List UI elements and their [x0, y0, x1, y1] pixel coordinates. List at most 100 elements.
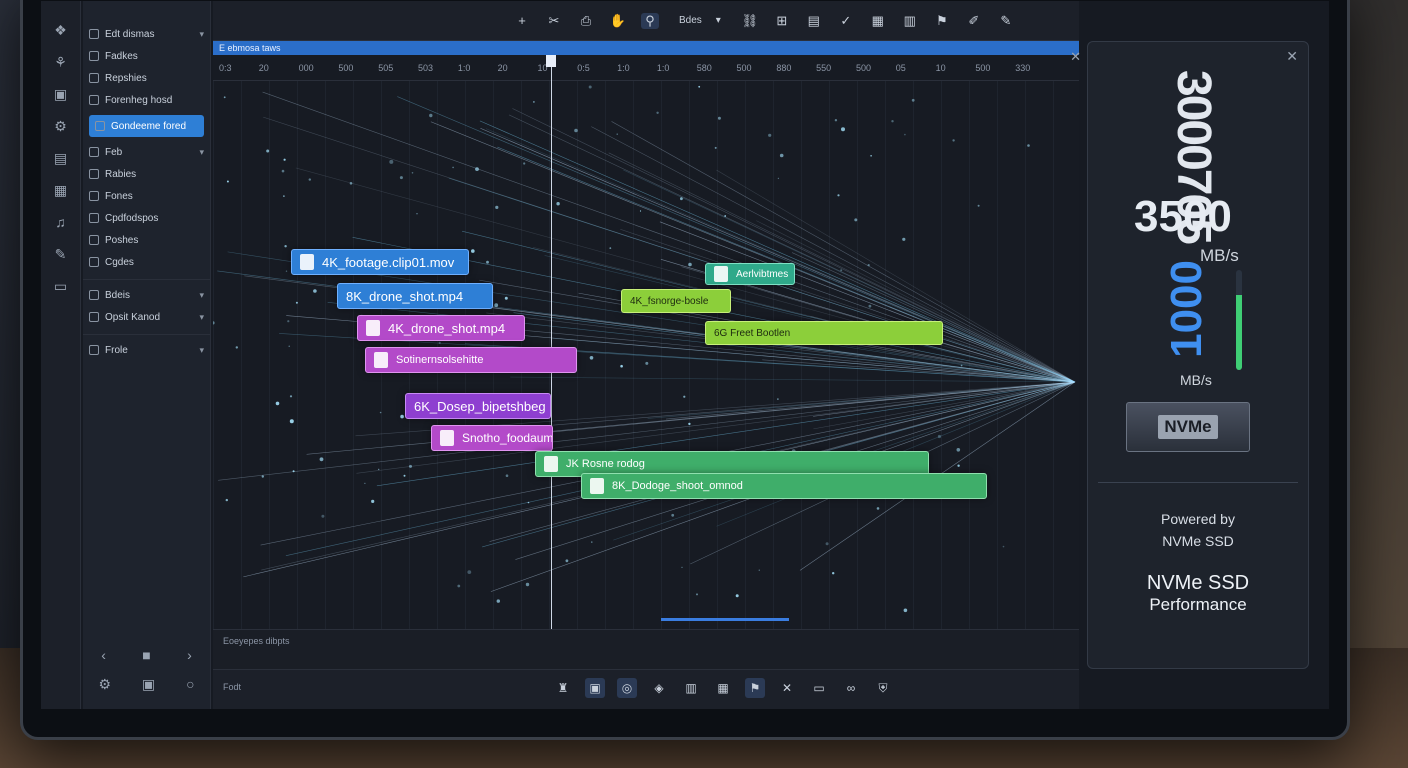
hand-icon[interactable]: ✋: [609, 13, 627, 29]
close-icon[interactable]: ✕: [1286, 48, 1298, 65]
light-particle: [876, 507, 880, 510]
sidebar-item-6[interactable]: Rabies: [83, 163, 210, 185]
sidebar-item-1[interactable]: Fadkes: [83, 45, 210, 67]
clip[interactable]: Snotho_foodaum: [431, 425, 553, 451]
shield-icon[interactable]: ⛨: [873, 678, 893, 698]
view-select[interactable]: Bdes ▾: [673, 13, 727, 28]
footer-toolbar: Fodt ♜ ▣ ◎ ◈ ▥ ▦ ⚑ ✕ ▭ ∞ ⛨: [213, 669, 1079, 709]
sidebar-item-3[interactable]: Forenheg hosd: [83, 89, 210, 111]
pen-icon[interactable]: ✐: [965, 13, 983, 29]
bookmark-icon[interactable]: ⚑: [745, 678, 765, 698]
ruler-icon[interactable]: ✎: [50, 243, 72, 265]
light-particle: [565, 559, 569, 563]
audio-icon[interactable]: ♫: [50, 211, 72, 233]
film-icon[interactable]: ▦: [713, 678, 733, 698]
clip-label: Aerlvibtmes: [736, 268, 789, 280]
settings-icon[interactable]: ⚙: [50, 115, 72, 137]
sidebar-item-7[interactable]: Fones: [83, 185, 210, 207]
image-icon[interactable]: ▣: [585, 678, 605, 698]
sidebar-item-13[interactable]: Frole ▾: [83, 339, 210, 361]
window-icon[interactable]: ▥: [681, 678, 701, 698]
light-particle: [671, 513, 675, 517]
screen-icon[interactable]: ▭: [809, 678, 829, 698]
timeline[interactable]: E ebmosa taws 0:3 20 000 500 505 503 1:0 20 10 0:…: [213, 41, 1079, 629]
sidebar-item-2[interactable]: Repshies: [83, 67, 210, 89]
sidebar-item-5[interactable]: Feb ▾: [83, 141, 210, 163]
sidebar-item-11[interactable]: Bdeis ▾: [83, 284, 210, 306]
performance-title: NVMe SSD Performance: [1088, 572, 1308, 616]
pin-icon[interactable]: ⚲: [641, 12, 659, 29]
save-icon[interactable]: ▤: [805, 13, 823, 29]
square-icon[interactable]: ▣: [50, 83, 72, 105]
grid-icon[interactable]: ⊞: [773, 13, 791, 29]
light-particle: [911, 98, 915, 102]
chevron-down-icon[interactable]: ▾: [199, 312, 204, 323]
search-icon[interactable]: ○: [186, 676, 194, 693]
plus-icon[interactable]: +: [513, 13, 531, 28]
horizontal-scrollbar[interactable]: [661, 618, 789, 621]
clip[interactable]: 6G Freet Bootlen: [705, 321, 943, 345]
flag-icon[interactable]: ⚑: [933, 13, 951, 29]
clip[interactable]: 8K_drone_shot.mp4: [337, 283, 493, 309]
sidebar-item-0[interactable]: Edt dismas ▾: [83, 23, 210, 45]
stop-icon[interactable]: ■: [142, 647, 150, 663]
light-particle: [698, 85, 701, 88]
close-icon[interactable]: ✕: [1070, 49, 1081, 65]
chevron-down-icon[interactable]: ▾: [199, 345, 204, 356]
light-particle: [717, 116, 721, 120]
chevron-down-icon[interactable]: ▾: [199, 147, 204, 158]
link-icon[interactable]: ∞: [841, 678, 861, 698]
sidebar-item-active[interactable]: Gondeeme fored: [89, 115, 204, 137]
item-icon: [89, 51, 99, 61]
check-icon[interactable]: ✓: [837, 13, 855, 29]
sidebar-item-10[interactable]: Cgdes: [83, 251, 210, 273]
sidebar-item-8[interactable]: Cpdfodspos: [83, 207, 210, 229]
clip[interactable]: 4K_drone_shot.mp4: [357, 315, 525, 341]
shirt-icon[interactable]: ♜: [553, 678, 573, 698]
speed-meter: [1236, 270, 1242, 370]
chevron-down-icon[interactable]: ▾: [199, 290, 204, 301]
image-icon[interactable]: ▣: [142, 676, 155, 693]
clip[interactable]: Sotinernsolsehitte: [365, 347, 577, 373]
monitor-icon[interactable]: ▭: [50, 275, 72, 297]
settings-icon[interactable]: ⚙: [98, 676, 111, 693]
stamp-icon[interactable]: ⎙: [577, 13, 595, 29]
doc-icon[interactable]: ▥: [901, 13, 919, 29]
light-particle: [960, 364, 963, 367]
clip-label: JK Rosne rodog: [566, 458, 645, 470]
write-speed: 1000: [1162, 260, 1211, 358]
document-icon[interactable]: ▤: [50, 147, 72, 169]
light-particle: [904, 133, 906, 136]
chevron-right-icon[interactable]: ›: [187, 647, 192, 663]
powered-line-2: NVMe SSD: [1162, 533, 1234, 549]
link-icon[interactable]: ⛓: [741, 13, 759, 29]
light-streak: [813, 381, 1076, 417]
playhead[interactable]: [551, 55, 552, 629]
clip[interactable]: 4K_footage.clip01.mov: [291, 249, 469, 275]
light-particle: [825, 542, 829, 546]
chevron-left-icon[interactable]: ‹: [101, 647, 106, 663]
sidebar-item-12[interactable]: Opsit Kanod ▾: [83, 306, 210, 328]
film-icon[interactable]: ▦: [869, 13, 887, 29]
clip[interactable]: 8K_Dodoge_shoot_omnod: [581, 473, 987, 499]
pencil-icon[interactable]: ✎: [997, 13, 1015, 29]
layers-icon[interactable]: ◈: [649, 678, 669, 698]
chevron-down-icon[interactable]: ▾: [199, 29, 204, 40]
clip-label: Snotho_foodaum: [462, 431, 553, 445]
light-particle: [609, 247, 612, 250]
layers-icon[interactable]: ❖: [50, 19, 72, 41]
playhead-handle[interactable]: [546, 55, 556, 67]
clip[interactable]: Aerlvibtmes: [705, 263, 795, 285]
light-particle: [289, 419, 294, 424]
item-icon: [89, 345, 99, 355]
clip[interactable]: 6K_Dosep_bipetshbeg: [405, 393, 551, 419]
expand-icon[interactable]: ✕: [777, 678, 797, 698]
light-particle: [289, 395, 293, 398]
clip[interactable]: 4K_fsnorge-bosle: [621, 289, 731, 313]
search-icon[interactable]: ◎: [617, 678, 637, 698]
tree-icon[interactable]: ⚘: [50, 51, 72, 73]
chart-icon[interactable]: ▦: [50, 179, 72, 201]
light-particle: [1002, 545, 1005, 548]
sidebar-item-9[interactable]: Poshes: [83, 229, 210, 251]
cut-icon[interactable]: ✂: [545, 13, 563, 29]
